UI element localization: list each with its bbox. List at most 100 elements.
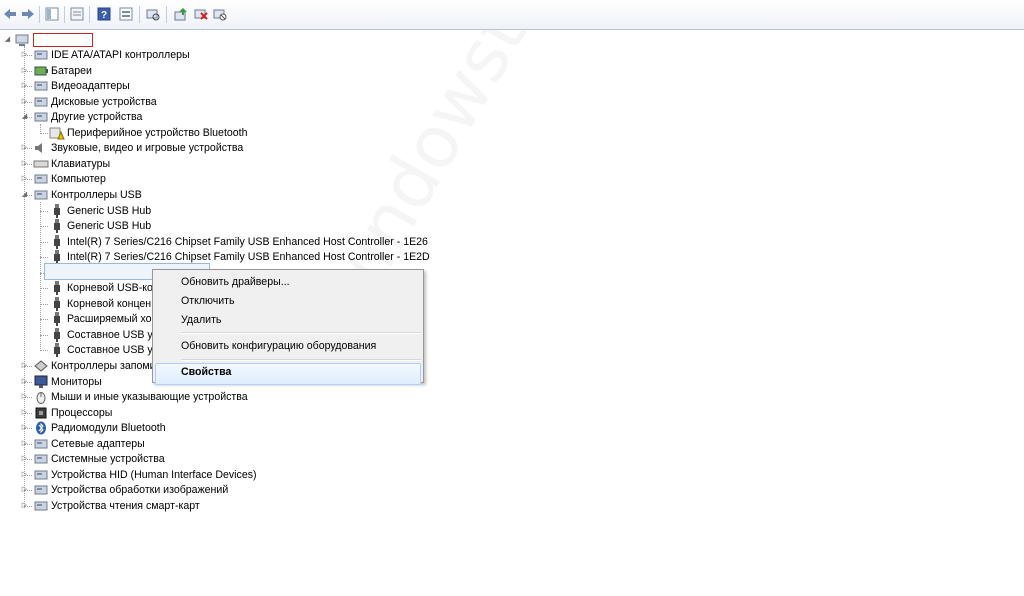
forward-icon[interactable]: [20, 6, 36, 22]
collapse-arrow-icon[interactable]: ◢: [3, 33, 12, 47]
expand-arrow-icon[interactable]: ▷: [20, 172, 29, 186]
collapse-arrow-icon[interactable]: ◢: [20, 110, 29, 124]
expand-arrow-icon[interactable]: ▷: [20, 390, 29, 404]
expand-arrow-icon[interactable]: ▷: [20, 157, 29, 171]
menu-item-scan-hardware[interactable]: Обновить конфигурацию оборудования: [181, 337, 376, 355]
update-driver-icon[interactable]: [173, 6, 189, 22]
usb-plug-icon: [49, 343, 65, 357]
disk-drive-icon: [33, 95, 49, 109]
tree-row-label: Радиомодули Bluetooth: [51, 422, 166, 434]
back-icon[interactable]: [2, 6, 18, 22]
expand-arrow-icon[interactable]: ▷: [20, 359, 29, 373]
menu-item-properties[interactable]: Свойства: [181, 363, 231, 381]
tree-row[interactable]: ▷ Сетевые адаптеры: [0, 437, 500, 452]
tree-row[interactable]: ▷ Устройства чтения смарт-карт: [0, 499, 500, 514]
tree-connector: [40, 242, 48, 243]
tree-row[interactable]: ▷ Дисковые устройства: [0, 95, 500, 110]
tree-row-label: Устройства HID (Human Interface Devices): [51, 469, 257, 481]
menu-item-uninstall[interactable]: Удалить: [181, 311, 221, 329]
root-computer-name[interactable]: [33, 33, 93, 47]
usb-plug-icon: [49, 204, 65, 218]
uninstall-icon[interactable]: [193, 6, 209, 22]
tree-row[interactable]: ▷ Устройства HID (Human Interface Devices…: [0, 468, 500, 483]
tree-row[interactable]: ▷ Клавиатуры: [0, 157, 500, 172]
tree-row-label: Батареи: [51, 65, 92, 77]
monitor-icon: [33, 375, 49, 389]
tree-row[interactable]: ▷ Радиомодули Bluetooth: [0, 421, 500, 436]
tree-row-label: Устройства чтения смарт-карт: [51, 500, 200, 512]
tree-row-label: Компьютер: [51, 173, 106, 185]
menu-item-update-drivers[interactable]: Обновить драйверы...: [181, 273, 290, 291]
tree-row-label: Intel(R) 7 Series/C216 Chipset Family US…: [67, 236, 428, 248]
tree-row-label: Периферийное устройство Bluetooth: [67, 127, 248, 139]
tree-connector: [40, 304, 48, 305]
tree-row[interactable]: ▷ Мыши и иные указывающие устройства: [0, 390, 500, 405]
tree-row-label: Видеоадаптеры: [51, 80, 130, 92]
tree-row[interactable]: ▷ Устройства обработки изображений: [0, 483, 500, 498]
expand-arrow-icon[interactable]: ▷: [20, 421, 29, 435]
tree-row-label: Контроллеры USB: [51, 189, 142, 201]
smart-card-reader-icon: [33, 499, 49, 513]
expand-arrow-icon[interactable]: ▷: [20, 64, 29, 78]
sound-icon: [33, 141, 49, 155]
svg-text:?: ?: [101, 10, 107, 21]
tree-connector: [40, 335, 48, 336]
show-hide-tree-icon[interactable]: [44, 6, 60, 22]
expand-arrow-icon[interactable]: ▷: [20, 48, 29, 62]
tree-row-label: Процессоры: [51, 407, 113, 419]
tree-row[interactable]: ▷ Компьютер: [0, 172, 500, 187]
expand-arrow-icon[interactable]: ▷: [20, 95, 29, 109]
expand-arrow-icon[interactable]: ▷: [20, 375, 29, 389]
tree-row-label: Мониторы: [51, 376, 102, 388]
processor-icon: [33, 406, 49, 420]
tree-row[interactable]: Intel(R) 7 Series/C216 Chipset Family US…: [0, 235, 500, 250]
context-menu: Обновить драйверы... Отключить Удалить О…: [152, 269, 424, 385]
expand-arrow-icon[interactable]: ▷: [20, 406, 29, 420]
tree-row-label: Корневой концен: [67, 298, 152, 310]
tree-row[interactable]: Generic USB Hub: [0, 219, 500, 234]
tree-row-label: Составное USB ус: [67, 329, 158, 341]
tree-row-label: Generic USB Hub: [67, 205, 152, 217]
menu-separator: [181, 332, 421, 334]
view-icon[interactable]: [118, 6, 134, 22]
tree-row[interactable]: Периферийное устройство Bluetooth: [0, 126, 500, 141]
tree-row[interactable]: ▷ Системные устройства: [0, 452, 500, 467]
tree-row[interactable]: ▷ Звуковые, видео и игровые устройства: [0, 141, 500, 156]
tree-row[interactable]: ▷ Процессоры: [0, 406, 500, 421]
properties-icon[interactable]: [69, 6, 85, 22]
tree-row-label: Корневой USB-ко: [67, 282, 153, 294]
menu-item-disable[interactable]: Отключить: [181, 292, 235, 310]
bluetooth-icon: [33, 421, 49, 435]
tree-row-label: Дисковые устройства: [51, 96, 157, 108]
tree-connector: [40, 226, 48, 227]
tree-row[interactable]: ◢ Контроллеры USB: [0, 188, 500, 203]
tree-row-label: Клавиатуры: [51, 158, 111, 170]
collapse-arrow-icon[interactable]: ◢: [20, 188, 29, 202]
expand-arrow-icon[interactable]: ▷: [20, 468, 29, 482]
expand-arrow-icon[interactable]: ▷: [20, 437, 29, 451]
disable-icon[interactable]: [212, 6, 228, 22]
usb-plug-icon: [49, 235, 65, 249]
storage-controller-icon: [33, 359, 49, 373]
hid-icon: [33, 468, 49, 482]
help-icon[interactable]: ?: [96, 6, 112, 22]
tree-connector: [40, 319, 48, 320]
tree-row-label: Мыши и иные указывающие устройства: [51, 391, 248, 403]
tree-row[interactable]: ◢ Другие устройства: [0, 110, 500, 125]
tree-row-label: Звуковые, видео и игровые устройства: [51, 142, 244, 154]
scan-hardware-icon[interactable]: [145, 6, 161, 22]
keyboard-icon: [33, 157, 49, 171]
battery-icon: [33, 64, 49, 78]
expand-arrow-icon[interactable]: ▷: [20, 141, 29, 155]
usb-plug-icon: [49, 328, 65, 342]
expand-arrow-icon[interactable]: ▷: [20, 499, 29, 513]
tree-row[interactable]: ▷ IDE ATA/ATAPI контроллеры: [0, 48, 500, 63]
expand-arrow-icon[interactable]: ▷: [20, 452, 29, 466]
usb-icon: [33, 188, 49, 202]
expand-arrow-icon[interactable]: ▷: [20, 483, 29, 497]
expand-arrow-icon[interactable]: ▷: [20, 79, 29, 93]
tree-row[interactable]: ▷ Батареи: [0, 64, 500, 79]
computer-root-icon: [14, 33, 30, 47]
tree-row[interactable]: Generic USB Hub: [0, 204, 500, 219]
tree-row[interactable]: ▷ Видеоадаптеры: [0, 79, 500, 94]
